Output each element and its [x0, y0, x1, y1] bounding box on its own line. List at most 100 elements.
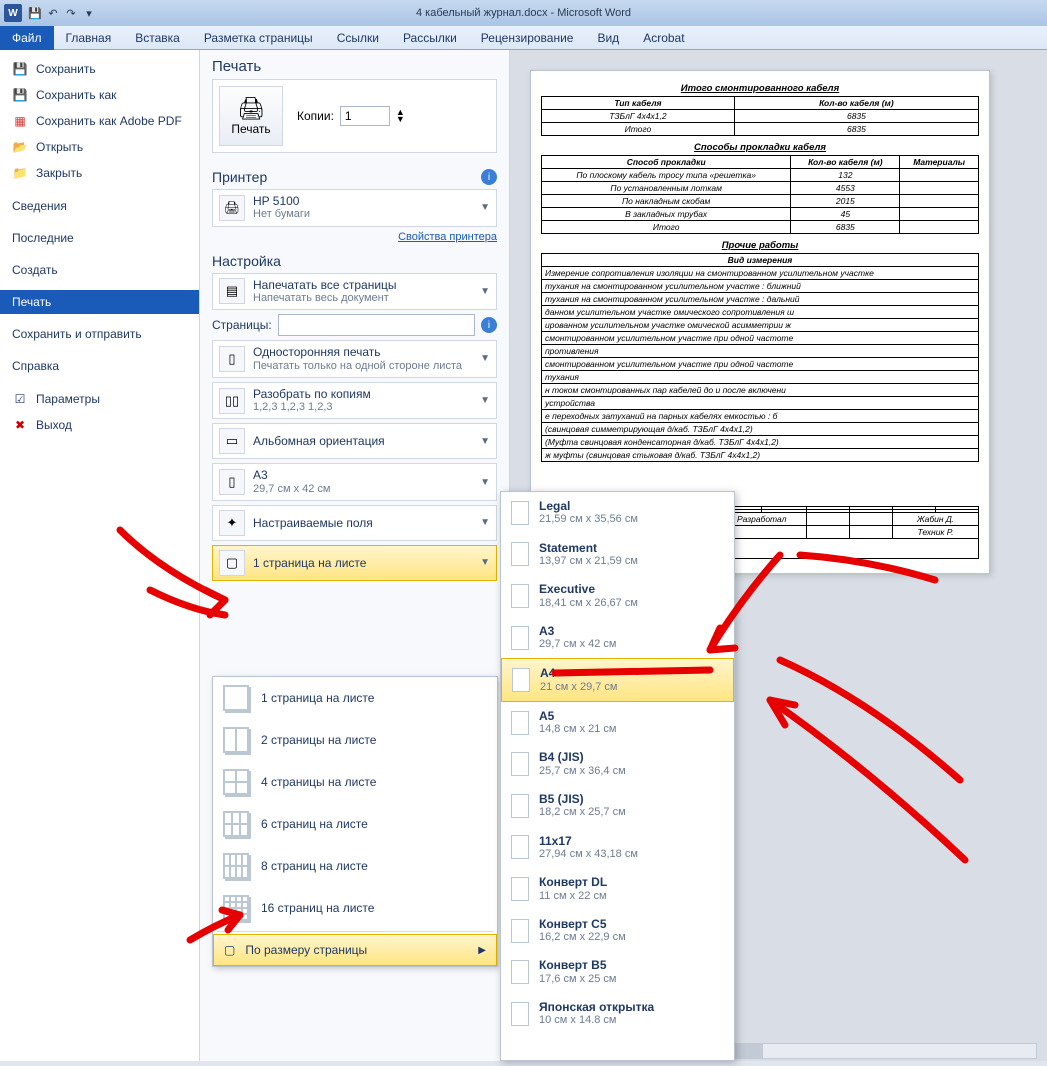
nav-info[interactable]: Сведения — [0, 194, 199, 218]
page-icon — [511, 711, 529, 735]
tab-insert[interactable]: Вставка — [123, 26, 192, 50]
page-icon — [511, 794, 529, 818]
print-panel: Печать 🖨 Печать Копии: ▲▼ Принтерi 🖨 HP … — [200, 50, 510, 1061]
nav-options[interactable]: ☑Параметры — [0, 386, 199, 412]
paper-size-Executive[interactable]: Executive18,41 см x 26,67 см — [501, 575, 734, 617]
tab-acrobat[interactable]: Acrobat — [631, 26, 696, 50]
tab-file[interactable]: Файл — [0, 26, 54, 50]
paper-size-Конверт-C5[interactable]: Конверт C516,2 см x 22,9 см — [501, 910, 734, 952]
page-icon — [511, 626, 529, 650]
pps-scale-to-page[interactable]: ▢По размеру страницы▶ — [213, 934, 497, 966]
pps-option-16[interactable]: 16 страниц на листе — [213, 887, 497, 929]
info-icon[interactable]: i — [481, 169, 497, 185]
nav-close[interactable]: 📁Закрыть — [0, 160, 199, 186]
page-icon — [511, 835, 529, 859]
nav-help[interactable]: Справка — [0, 354, 199, 378]
qat-more[interactable]: ▾ — [82, 6, 96, 20]
tab-references[interactable]: Ссылки — [325, 26, 391, 50]
chevron-down-icon: ▼ — [480, 202, 490, 213]
page-icon — [511, 584, 529, 608]
page-icon — [511, 877, 529, 901]
tab-review[interactable]: Рецензирование — [469, 26, 586, 50]
tab-view[interactable]: Вид — [585, 26, 631, 50]
chevron-down-icon: ▼ — [480, 477, 490, 488]
submenu-arrow-icon: ▶ — [478, 945, 486, 956]
paper-size-Legal[interactable]: Legal21,59 см x 35,56 см — [501, 492, 734, 534]
print-button[interactable]: 🖨 Печать — [219, 86, 283, 146]
settings-section: Настройка — [212, 253, 281, 269]
page-icon — [511, 960, 529, 984]
paper-size-B4-(JIS)[interactable]: B4 (JIS)25,7 см x 36,4 см — [501, 743, 734, 785]
nav-save-pdf[interactable]: ▦Сохранить как Adobe PDF — [0, 108, 199, 134]
paper-icon: ▯ — [219, 469, 245, 495]
chevron-down-icon: ▼ — [480, 517, 490, 528]
pps-option-8[interactable]: 8 страниц на листе — [213, 845, 497, 887]
paper-size-A5[interactable]: A514,8 см x 21 см — [501, 702, 734, 744]
nav-exit[interactable]: ✖Выход — [0, 412, 199, 438]
paper-size-A4[interactable]: A421 см x 29,7 см — [501, 658, 734, 702]
duplex-dropdown[interactable]: ▯ Односторонняя печатьПечатать только на… — [212, 340, 497, 378]
page-icon — [511, 1002, 529, 1026]
save-icon: 💾 — [12, 61, 28, 77]
exit-icon: ✖ — [12, 417, 28, 433]
paper-size-dropdown[interactable]: ▯ A329,7 см x 42 см ▼ — [212, 463, 497, 501]
paper-size-Конверт-DL[interactable]: Конверт DL11 см x 22 см — [501, 868, 734, 910]
printer-icon: 🖨 — [237, 96, 265, 122]
nav-save-as[interactable]: 💾Сохранить как — [0, 82, 199, 108]
orientation-dropdown[interactable]: ▭ Альбомная ориентация ▼ — [212, 423, 497, 459]
chevron-down-icon: ▼ — [480, 557, 490, 568]
duplex-icon: ▯ — [219, 346, 245, 372]
save-icon[interactable]: 💾 — [28, 6, 42, 20]
quick-access-toolbar: 💾 ↶ ↷ ▾ — [28, 6, 96, 20]
pages-per-sheet-dropdown[interactable]: ▢ 1 страница на листе ▼ — [212, 545, 497, 581]
printer-dropdown[interactable]: 🖨 HP 5100Нет бумаги ▼ — [212, 189, 497, 227]
pages-icon: ▤ — [219, 278, 245, 304]
info-icon[interactable]: i — [481, 317, 497, 333]
page-icon — [511, 501, 529, 525]
scale-icon: ▢ — [224, 943, 235, 957]
pps-option-1[interactable]: 1 страница на листе — [213, 677, 497, 719]
collate-dropdown[interactable]: ▯▯ Разобрать по копиям1,2,3 1,2,3 1,2,3 … — [212, 382, 497, 420]
chevron-down-icon: ▼ — [480, 436, 490, 447]
paper-size-A3[interactable]: A329,7 см x 42 см — [501, 617, 734, 659]
ribbon-tabs: Файл Главная Вставка Разметка страницы С… — [0, 26, 1047, 50]
backstage-nav: 💾Сохранить 💾Сохранить как ▦Сохранить как… — [0, 50, 200, 1061]
nav-send[interactable]: Сохранить и отправить — [0, 322, 199, 346]
chevron-down-icon: ▼ — [480, 353, 490, 364]
titlebar: W 💾 ↶ ↷ ▾ 4 кабельный журнал.docx - Micr… — [0, 0, 1047, 26]
save-as-icon: 💾 — [12, 87, 28, 103]
nav-recent[interactable]: Последние — [0, 226, 199, 250]
tab-layout[interactable]: Разметка страницы — [192, 26, 325, 50]
pps-option-2[interactable]: 2 страницы на листе — [213, 719, 497, 761]
paper-size-Statement[interactable]: Statement13,97 см x 21,59 см — [501, 534, 734, 576]
undo-icon[interactable]: ↶ — [46, 6, 60, 20]
pages-label: Страницы: — [212, 318, 272, 332]
copies-label: Копии: — [297, 109, 334, 123]
pps-option-4[interactable]: 4 страницы на листе — [213, 761, 497, 803]
pdf-icon: ▦ — [12, 113, 28, 129]
print-range-dropdown[interactable]: ▤ Напечатать все страницыНапечатать весь… — [212, 273, 497, 311]
margins-dropdown[interactable]: ✦ Настраиваемые поля ▼ — [212, 505, 497, 541]
paper-size-Японская-открытка[interactable]: Японская открытка10 см x 14.8 см — [501, 993, 734, 1035]
pages-input[interactable] — [278, 314, 475, 336]
paper-size-Конверт-B5[interactable]: Конверт B517,6 см x 25 см — [501, 951, 734, 993]
nav-new[interactable]: Создать — [0, 258, 199, 282]
nav-open[interactable]: 📂Открыть — [0, 134, 199, 160]
tab-mailings[interactable]: Рассылки — [391, 26, 469, 50]
redo-icon[interactable]: ↷ — [64, 6, 78, 20]
copies-input[interactable] — [340, 106, 390, 126]
paper-size-11x17[interactable]: 11x1727,94 см x 43,18 см — [501, 827, 734, 869]
paper-size-B5-(JIS)[interactable]: B5 (JIS)18,2 см x 25,7 см — [501, 785, 734, 827]
copies-spinner[interactable]: ▲▼ — [396, 109, 405, 123]
tab-home[interactable]: Главная — [54, 26, 124, 50]
page-icon — [511, 752, 529, 776]
orientation-icon: ▭ — [219, 428, 245, 454]
print-heading: Печать — [212, 58, 497, 75]
pages-per-sheet-menu: 1 страница на листе 2 страницы на листе … — [212, 676, 498, 967]
pps-option-6[interactable]: 6 страниц на листе — [213, 803, 497, 845]
nav-save[interactable]: 💾Сохранить — [0, 56, 199, 82]
printer-props-link[interactable]: Свойства принтера — [212, 231, 497, 243]
nav-print[interactable]: Печать — [0, 290, 199, 314]
paper-size-submenu: Legal21,59 см x 35,56 смStatement13,97 с… — [500, 491, 735, 1061]
collate-icon: ▯▯ — [219, 388, 245, 414]
